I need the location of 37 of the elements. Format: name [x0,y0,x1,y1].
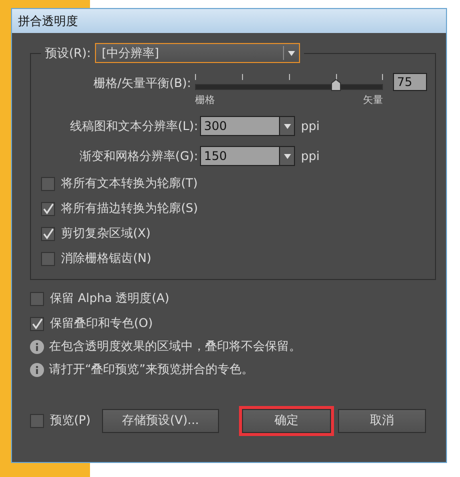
resolution-combo[interactable]: 150 [200,146,295,166]
dialog-button[interactable]: 取消 [338,408,426,432]
preset-label: 预设(R): [45,44,91,62]
info-text: 请打开“叠印预览”来预览拼合的专色。 [49,361,254,378]
checkbox[interactable] [41,176,55,190]
checkbox-label: 剪切复杂区域(X) [61,225,151,242]
info-icon [30,362,44,376]
slider-min-label: 栅格 [195,94,215,107]
info-text: 在包含透明度效果的区域中，叠印将不会保留。 [49,338,301,355]
resolution-combo[interactable]: 300 [200,116,295,136]
checkbox[interactable] [41,252,55,266]
field-label: 线稿图和文本分辨率(L): [68,118,198,134]
unit-label: ppi [301,119,320,133]
slider-max-label: 矢量 [363,94,383,107]
checkbox[interactable] [41,226,55,240]
checkbox[interactable] [30,316,44,330]
caret-icon [284,124,290,128]
checkbox[interactable] [30,414,44,428]
checkbox[interactable] [30,292,44,306]
slider-label: 栅格/矢量平衡(B): [92,75,191,92]
value-field[interactable]: 75 [393,73,427,91]
preset-dropdown[interactable]: [中分辨率] [94,43,300,63]
checkbox-label: 消除栅格锯齿(N) [61,250,152,267]
window-title: 拼合透明度 [18,12,78,30]
checkbox-label: 将所有描边转换为轮廓(S) [61,200,198,217]
info-icon [30,340,44,354]
checkbox-label: 保留叠印和专色(O) [50,315,153,332]
checkbox-label: 预览(P) [50,412,91,429]
field-label: 渐变和网格分辨率(G): [78,148,198,164]
checkbox-label: 将所有文本转换为轮廓(T) [61,175,198,192]
caret-icon [284,154,290,158]
dialog-button[interactable]: 存储预设(V)... [102,408,219,432]
checkbox-label: 保留 Alpha 透明度(A) [50,290,170,307]
slider-thumb[interactable] [331,79,341,91]
unit-label: ppi [301,149,320,163]
checkbox[interactable] [41,202,55,216]
caret-icon [288,50,295,56]
